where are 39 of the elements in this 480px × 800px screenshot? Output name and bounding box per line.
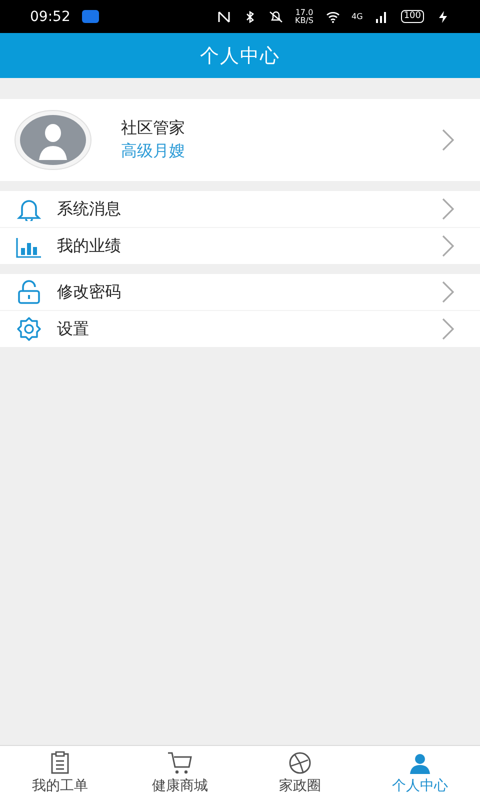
wifi-icon (326, 10, 340, 22)
menu-item[interactable]: 系统消息 (0, 191, 480, 228)
signal-icon (374, 10, 389, 22)
nav-tab[interactable]: 家政圈 (240, 746, 360, 800)
menu-label: 修改密码 (57, 282, 122, 302)
chevron-icon (440, 281, 456, 303)
profile-card[interactable]: 社区管家 高级月嫂 (0, 99, 480, 181)
menu-item[interactable]: 修改密码 (0, 274, 480, 311)
speed-unit-text: KB/S (295, 16, 314, 24)
chevron-icon (440, 198, 456, 220)
settings-icon (16, 317, 42, 341)
menu-label: 设置 (57, 318, 90, 340)
menu-item[interactable]: 设置 (0, 311, 480, 347)
lock-icon (16, 280, 42, 304)
avatar-icon (14, 110, 92, 170)
nav-tab[interactable]: 健康商城 (120, 746, 240, 800)
bell-icon (16, 197, 42, 221)
page-title: 个人中心 (200, 44, 280, 68)
user-role: 高级月嫂 (121, 141, 186, 162)
app-notification-icon (82, 10, 100, 23)
charging-icon (436, 10, 450, 22)
mute-bell-icon (269, 10, 283, 22)
person-icon (407, 751, 433, 775)
chevron-icon (440, 129, 456, 151)
nav-tab[interactable]: 我的工单 (0, 746, 120, 800)
battery-text: 100 (400, 10, 424, 23)
chevron-icon (440, 318, 456, 340)
aperture-icon (287, 751, 313, 775)
nfc-icon (217, 10, 231, 22)
speed-text: 17.0 (295, 8, 314, 16)
nav-tab[interactable]: 个人中心 (360, 746, 480, 800)
clock-text: 09:52 (30, 8, 70, 24)
menu-label: 系统消息 (57, 198, 122, 220)
menu-item[interactable]: 我的业绩 (0, 228, 480, 264)
menu-label: 我的业绩 (57, 236, 122, 256)
chevron-icon (440, 235, 456, 257)
cart-icon (167, 751, 193, 775)
user-name: 社区管家 (121, 118, 186, 139)
network-text: 4G (352, 12, 363, 21)
